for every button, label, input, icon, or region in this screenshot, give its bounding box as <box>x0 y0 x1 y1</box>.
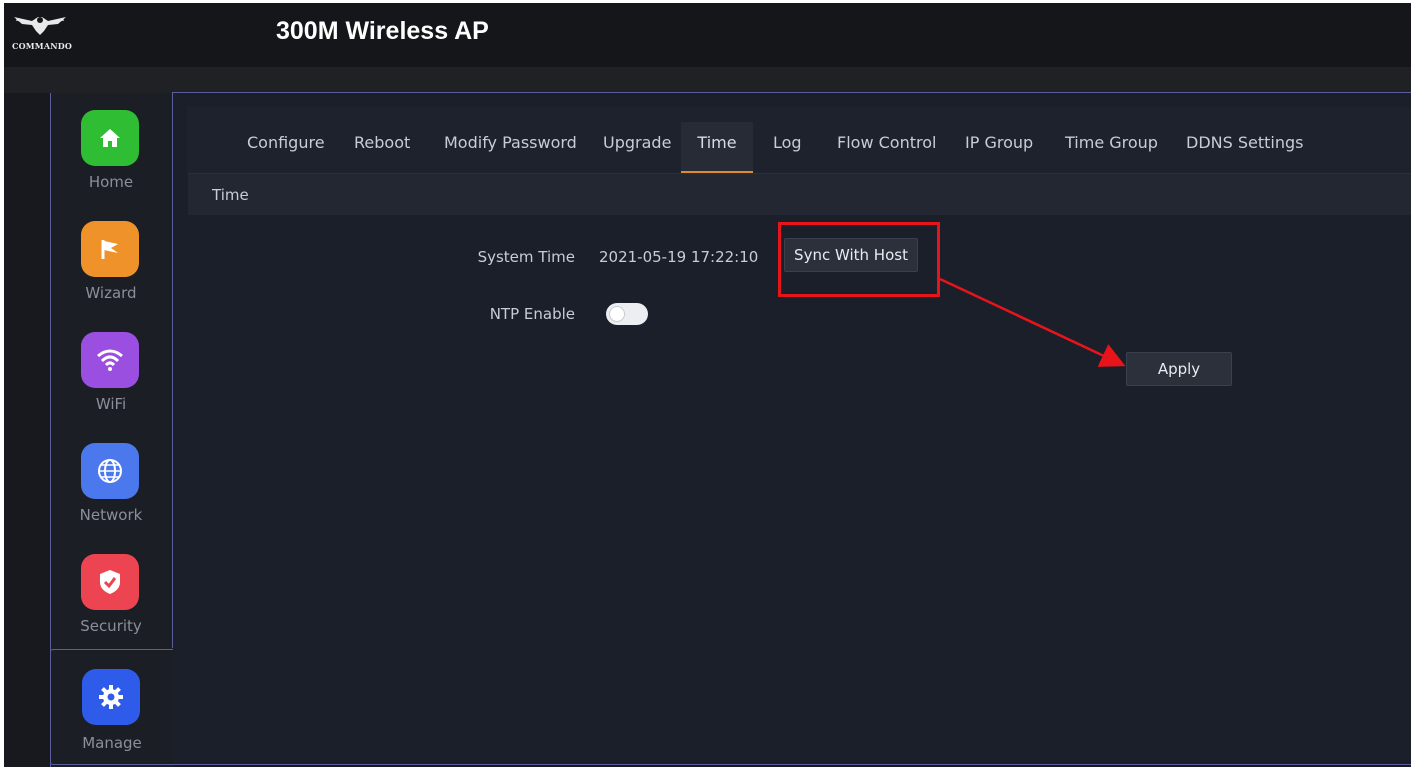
ntp-enable-label: NTP Enable <box>489 305 575 323</box>
sidebar-item-manage[interactable]: Manage <box>50 649 175 765</box>
ntp-enable-toggle[interactable] <box>606 303 648 325</box>
header-divider <box>4 67 1411 93</box>
tab-modify-password[interactable]: Modify Password <box>432 127 589 173</box>
tab-ip-group[interactable]: IP Group <box>953 127 1045 173</box>
tab-configure[interactable]: Configure <box>235 127 337 173</box>
tab-flow-control[interactable]: Flow Control <box>825 127 948 173</box>
tab-bar: Configure Reboot Modify Password Upgrade… <box>187 107 1411 173</box>
eagle-logo-icon <box>14 17 66 35</box>
apply-button[interactable]: Apply <box>1126 352 1232 386</box>
tab-log[interactable]: Log <box>761 127 814 173</box>
sidebar-item-network[interactable]: Network <box>51 426 173 537</box>
system-time-label: System Time <box>477 248 575 266</box>
content-border <box>172 92 1411 93</box>
sidebar-item-label: Security <box>80 617 142 635</box>
home-icon <box>81 110 139 166</box>
tab-ddns-settings[interactable]: DDNS Settings <box>1174 127 1315 173</box>
shield-icon <box>81 554 139 610</box>
tab-time-group[interactable]: Time Group <box>1053 127 1170 173</box>
globe-icon <box>81 443 139 499</box>
tab-upgrade[interactable]: Upgrade <box>591 127 683 173</box>
top-header: COMMANDO 300M Wireless AP <box>4 3 1411 67</box>
sidebar-item-security[interactable]: Security <box>51 537 173 648</box>
system-time-value: 2021-05-19 17:22:10 <box>599 248 759 266</box>
sidebar-item-wifi[interactable]: WiFi <box>51 315 173 426</box>
content-border <box>172 764 1411 765</box>
flag-icon <box>81 221 139 277</box>
sidebar-item-label: Wizard <box>85 284 137 302</box>
wifi-icon <box>81 332 139 388</box>
main-content: Configure Reboot Modify Password Upgrade… <box>173 93 1411 764</box>
sidebar-item-label: Network <box>79 506 143 524</box>
tab-time[interactable]: Time <box>681 122 753 173</box>
brand-logo: COMMANDO <box>12 11 73 53</box>
sidebar-item-label: Home <box>88 173 134 191</box>
brand-logo-text: COMMANDO <box>12 41 73 51</box>
section-title: Time <box>212 186 249 204</box>
app-title: 300M Wireless AP <box>276 17 489 45</box>
sidebar-item-wizard[interactable]: Wizard <box>51 204 173 315</box>
sidebar-item-home[interactable]: Home <box>51 93 173 204</box>
sync-with-host-button[interactable]: Sync With Host <box>784 238 918 272</box>
gear-icon <box>82 669 140 725</box>
tab-reboot[interactable]: Reboot <box>342 127 422 173</box>
content-border <box>172 92 173 648</box>
toggle-knob <box>609 306 625 322</box>
sidebar-item-label: Manage <box>82 734 142 752</box>
section-header: Time <box>188 173 1411 215</box>
sidebar: Home Wizard WiFi Network Security Manage <box>50 93 175 767</box>
app-window: COMMANDO 300M Wireless AP Home Wizard Wi… <box>4 3 1411 767</box>
sidebar-item-label: WiFi <box>95 395 127 413</box>
